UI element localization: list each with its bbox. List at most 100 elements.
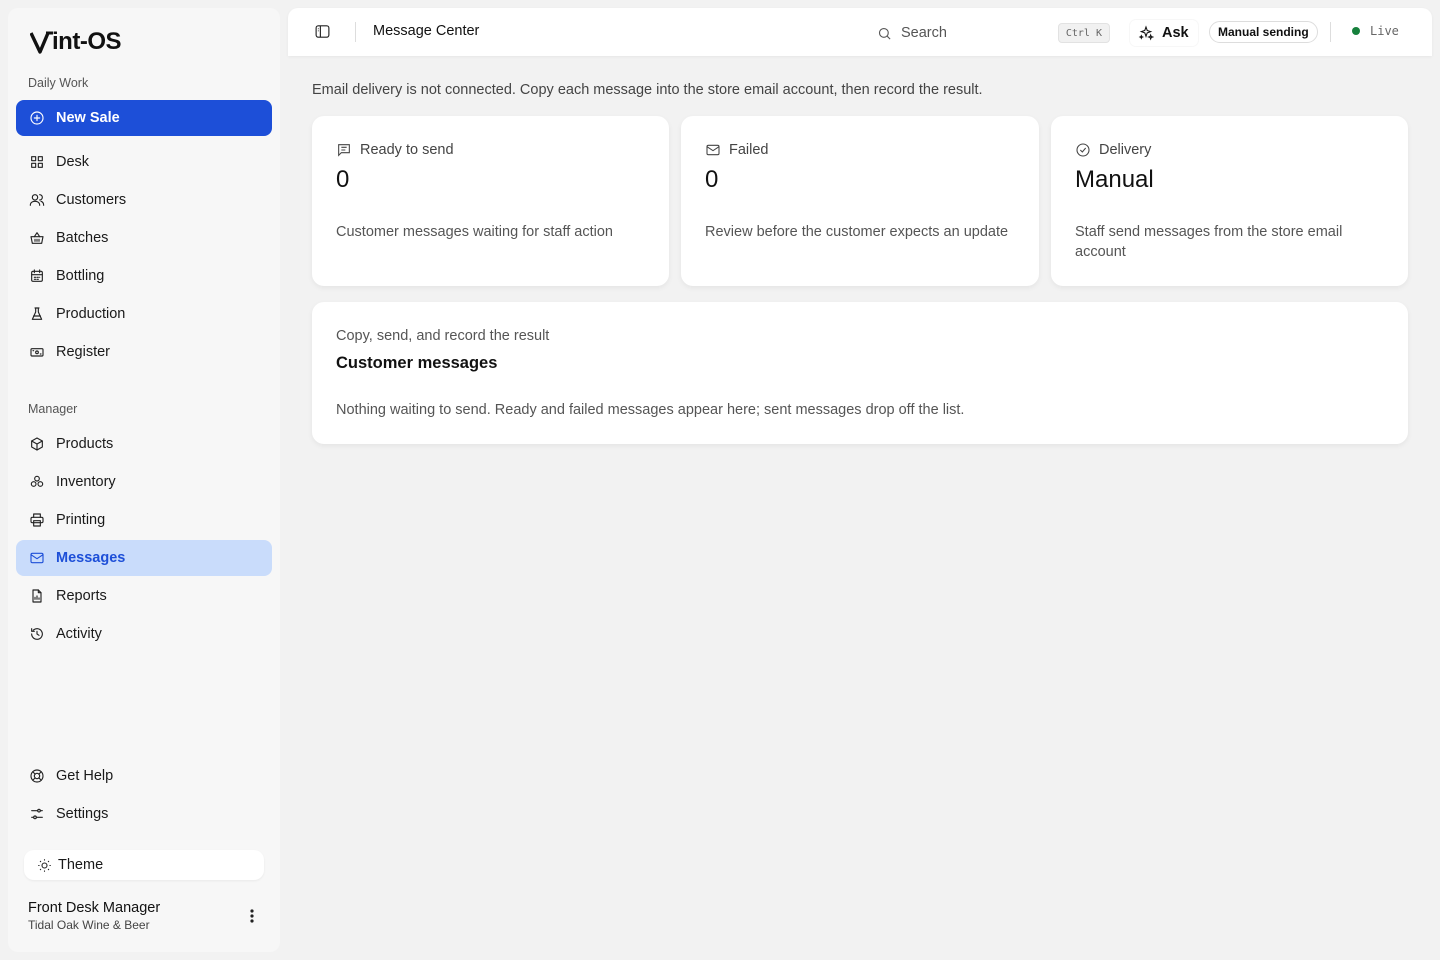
new-sale-button[interactable]: New Sale: [16, 100, 272, 136]
sidebar-item-settings[interactable]: Settings: [16, 796, 272, 832]
card-header: Delivery: [1075, 142, 1151, 158]
ask-button[interactable]: Ask: [1130, 20, 1198, 46]
sun-icon: [38, 858, 51, 872]
sidebar-item-register[interactable]: Register: [16, 334, 272, 370]
card-value: Manual: [1075, 166, 1154, 193]
sidebar-item-printing[interactable]: Printing: [16, 502, 272, 538]
grid-icon: [28, 153, 46, 171]
sidebar-item-reports[interactable]: Reports: [16, 578, 272, 614]
divider: [1330, 22, 1331, 42]
sidebar-item-label: Production: [56, 306, 126, 322]
sidebar: int-OS Daily Work New Sale Desk Customer…: [8, 8, 280, 952]
card-description: Staff send messages from the store email…: [1075, 224, 1343, 260]
sidebar-item-production[interactable]: Production: [16, 296, 272, 332]
live-label: Live: [1370, 24, 1399, 38]
box-icon: [28, 435, 46, 453]
card-header: Ready to send: [336, 142, 454, 158]
sidebar-item-label: Activity: [56, 626, 102, 642]
card-ready-to-send: Ready to send 0 Customer messages waitin…: [312, 116, 669, 286]
printer-icon: [28, 511, 46, 529]
new-sale-label: New Sale: [56, 110, 120, 126]
theme-button[interactable]: Theme: [24, 850, 264, 880]
card-delivery: Delivery Manual Staff send messages from…: [1051, 116, 1408, 286]
basket-icon: [28, 229, 46, 247]
user-name: Front Desk Manager: [28, 900, 161, 916]
sidebar-item-bottling[interactable]: Bottling: [16, 258, 272, 294]
card-description: Customer messages waiting for staff acti…: [336, 224, 613, 240]
flask-icon: [28, 305, 46, 323]
section-label-manager: Manager: [28, 402, 78, 416]
card-label: Delivery: [1099, 142, 1152, 158]
sidebar-toggle-button[interactable]: [314, 23, 332, 41]
delivery-notice: Email delivery is not connected. Copy ea…: [312, 82, 983, 98]
divider: [355, 22, 356, 42]
sidebar-item-label: Reports: [56, 588, 107, 604]
sidebar-item-desk[interactable]: Desk: [16, 144, 272, 180]
more-vertical-icon: [250, 909, 254, 923]
empty-state-text: Nothing waiting to send. Ready and faile…: [336, 402, 965, 418]
sidebar-item-batches[interactable]: Batches: [16, 220, 272, 256]
main-content: Message Center Search Ctrl K Ask Manual …: [288, 8, 1432, 952]
calendar-icon: [28, 267, 46, 285]
report-icon: [28, 587, 46, 605]
sidebar-item-label: Customers: [56, 192, 127, 208]
sidebar-item-label: Messages: [56, 550, 126, 566]
logo-v-icon: [30, 31, 53, 54]
mail-icon: [706, 144, 720, 156]
sidebar-item-label: Bottling: [56, 268, 105, 284]
search-icon: [878, 27, 891, 40]
sidebar-item-label: Products: [56, 436, 114, 452]
sidebar-item-activity[interactable]: Activity: [16, 616, 272, 652]
sidebar-item-customers[interactable]: Customers: [16, 182, 272, 218]
sidebar-item-get-help[interactable]: Get Help: [16, 758, 272, 794]
card-value: 0: [705, 166, 719, 193]
panel-subtitle: Copy, send, and record the result: [336, 328, 550, 344]
panel-left-icon: [315, 25, 330, 38]
theme-label: Theme: [58, 857, 104, 873]
section-label-daily: Daily Work: [28, 76, 89, 90]
card-value: 0: [336, 166, 350, 193]
mode-badge: Manual sending: [1209, 21, 1318, 43]
sidebar-item-label: Printing: [56, 512, 106, 528]
app-root: int-OS Daily Work New Sale Desk Customer…: [0, 0, 1440, 960]
sidebar-item-products[interactable]: Products: [16, 426, 272, 462]
user-org: Tidal Oak Wine & Beer: [28, 918, 150, 932]
message-icon: [338, 144, 350, 157]
search-placeholder: Search: [901, 25, 947, 41]
page-title: Message Center: [373, 23, 480, 39]
check-circle-icon: [1076, 143, 1090, 157]
logo[interactable]: int-OS: [30, 28, 122, 56]
live-dot-icon: [1352, 27, 1360, 35]
lifebuoy-icon: [28, 767, 46, 785]
card-header: Failed: [705, 142, 769, 158]
history-icon: [28, 625, 46, 643]
users-icon: [28, 191, 46, 209]
panel-title: Customer messages: [336, 354, 498, 372]
search-input[interactable]: Search Ctrl K: [868, 20, 1110, 46]
card-label: Ready to send: [360, 142, 454, 158]
sidebar-item-inventory[interactable]: Inventory: [16, 464, 272, 500]
sidebar-item-label: Batches: [56, 230, 109, 246]
mail-icon: [28, 549, 46, 567]
live-status: Live: [1352, 24, 1399, 38]
card-description: Review before the customer expects an up…: [705, 224, 1009, 240]
sparkles-icon: [1138, 25, 1154, 41]
sidebar-item-label: Desk: [56, 154, 90, 170]
sidebar-item-label: Inventory: [56, 474, 116, 490]
cash-icon: [28, 343, 46, 361]
logo-text: int-OS: [52, 28, 122, 55]
card-failed: Failed 0 Review before the customer expe…: [681, 116, 1039, 286]
plus-circle-icon: [28, 109, 46, 127]
topbar: Message Center Search Ctrl K Ask Manual …: [288, 8, 1432, 56]
ask-label: Ask: [1162, 25, 1189, 41]
sliders-icon: [28, 805, 46, 823]
sidebar-item-label: Settings: [56, 806, 109, 822]
stack-icon: [28, 473, 46, 491]
sidebar-item-label: Get Help: [56, 768, 114, 784]
sidebar-item-label: Register: [56, 344, 110, 360]
search-shortcut: Ctrl K: [1057, 23, 1110, 43]
customer-messages-panel: Copy, send, and record the result Custom…: [312, 302, 1408, 444]
card-label: Failed: [729, 142, 769, 158]
sidebar-item-messages[interactable]: Messages: [16, 540, 272, 576]
user-menu-button[interactable]: [244, 906, 260, 926]
